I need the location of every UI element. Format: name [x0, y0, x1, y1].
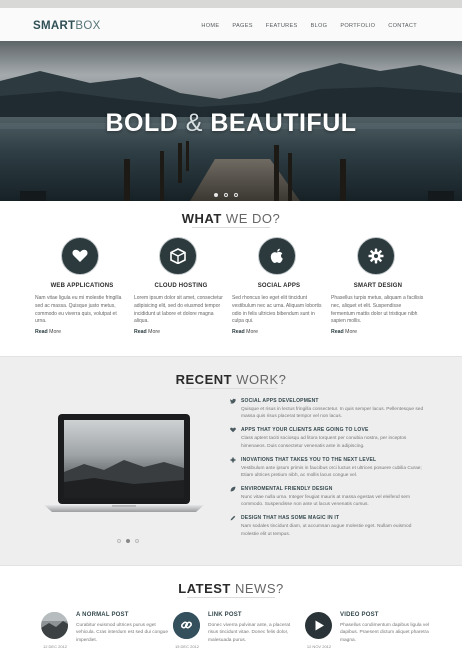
- divider: [185, 388, 277, 389]
- services-heading: WHAT WE DO?: [0, 211, 462, 226]
- twitter-icon: [230, 398, 236, 404]
- page-background: SMARTBOX HOME PAGES FEATURES BLOG PORTFO…: [0, 0, 462, 661]
- news-heading: LATEST NEWS?: [0, 581, 462, 596]
- service-text: Nam vitae ligula eu mi molestie fringill…: [35, 295, 122, 325]
- work-item-title: INOVATIONS THAT TAKES YOU TO THE NEXT LE…: [241, 456, 377, 463]
- work-item-text: Vestibulum ante ipsum primis in faucibus…: [241, 465, 422, 479]
- nav-features[interactable]: FEATURES: [266, 23, 298, 29]
- work-item-text: Class aptent taciti sociosqu ad litora t…: [241, 436, 407, 449]
- slider-dot[interactable]: [234, 193, 238, 197]
- recent-heading-light: WORK?: [236, 372, 287, 387]
- heart-icon: [61, 237, 99, 275]
- nav-contact[interactable]: CONTACT: [388, 23, 417, 29]
- slider-dot[interactable]: [126, 539, 130, 543]
- read-more-text: More: [49, 329, 61, 335]
- news-heading-light: NEWS?: [234, 581, 284, 596]
- service-text: Phasellus turpis metus, aliquam a facili…: [331, 295, 424, 325]
- leaf-icon: [230, 486, 236, 492]
- slider-dot[interactable]: [214, 193, 218, 197]
- service-text: Sed rhoncus leo eget elit tincidunt vest…: [232, 295, 322, 325]
- read-more-bold: Read: [35, 329, 48, 335]
- read-more-link[interactable]: Read More: [134, 329, 160, 335]
- post-title[interactable]: LINK POST: [208, 612, 242, 618]
- play-icon[interactable]: [305, 612, 332, 639]
- site-page: SMARTBOX HOME PAGES FEATURES BLOG PORTFO…: [0, 8, 462, 661]
- read-more-bold: Read: [232, 329, 245, 335]
- services-heading-bold: WHAT: [181, 211, 222, 226]
- recent-work-heading: RECENT WORK?: [0, 372, 462, 387]
- hero-title-right: BEAUTIFUL: [210, 109, 357, 137]
- hero-slider: BOLD & BEAUTIFUL: [0, 41, 462, 201]
- work-item-text: Quisque et risus in lectus fringilla con…: [241, 407, 424, 420]
- pencil-icon: [230, 515, 236, 521]
- nav-portfolio[interactable]: PORTFOLIO: [340, 23, 375, 29]
- post-date: 15 DEC 2012: [174, 644, 199, 649]
- service-title: SMART DESIGN: [353, 283, 403, 289]
- service-title: SOCIAL APPS: [257, 283, 301, 289]
- site-header: SMARTBOX HOME PAGES FEATURES BLOG PORTFO…: [0, 8, 462, 44]
- read-more-link[interactable]: Read More: [232, 329, 258, 335]
- read-more-link[interactable]: Read More: [35, 329, 61, 335]
- service-title: CLOUD HOSTING: [154, 283, 208, 289]
- apple-icon: [258, 237, 296, 275]
- work-item-title: ENVIROMENTAL FRIENDLY DESIGN: [241, 485, 333, 492]
- post-excerpt: Donec viverra pulvinar ante, a placerat …: [208, 623, 291, 643]
- list-item[interactable]: INOVATIONS THAT TAKES YOU TO THE NEXT LE…: [230, 457, 430, 480]
- post-date: 12 DEC 2012: [42, 644, 67, 649]
- work-slider-dots: [117, 539, 139, 543]
- read-more-bold: Read: [134, 329, 147, 335]
- post-excerpt: Phasellus condimentum dapibus ligula vel…: [340, 623, 430, 643]
- gear-icon: [357, 237, 395, 275]
- logo[interactable]: SMARTBOX: [33, 20, 101, 32]
- list-item[interactable]: SOCIAL APPS DEVELOPMENT Quisque et risus…: [230, 398, 430, 421]
- hero-title: BOLD & BEAUTIFUL: [0, 109, 462, 138]
- main-nav: HOME PAGES FEATURES BLOG PORTFOLIO CONTA…: [201, 23, 417, 29]
- news-heading-bold: LATEST: [178, 581, 231, 596]
- nav-blog[interactable]: BLOG: [311, 23, 328, 29]
- read-more-text: More: [246, 329, 258, 335]
- slider-dot[interactable]: [135, 539, 139, 543]
- nav-home[interactable]: HOME: [201, 23, 219, 29]
- gear-icon: [230, 456, 236, 463]
- logo-bold: SMART: [33, 20, 76, 32]
- slider-dot[interactable]: [117, 539, 121, 543]
- recent-heading-bold: RECENT: [175, 372, 233, 387]
- heart-icon: [230, 427, 236, 433]
- laptop-mockup[interactable]: [44, 412, 204, 527]
- recent-work-list: SOCIAL APPS DEVELOPMENT Quisque et risus…: [230, 398, 430, 545]
- read-more-bold: Read: [331, 329, 344, 335]
- work-item-text: Nunc vitae nulla urna. Integer feugiat m…: [241, 494, 411, 508]
- service-text: Lorem ipsum dolor sit amet, consectetur …: [134, 295, 223, 325]
- post-thumbnail[interactable]: [41, 612, 68, 639]
- nav-pages[interactable]: PAGES: [232, 23, 252, 29]
- service-title: WEB APPLICATIONS: [50, 283, 114, 289]
- post-title[interactable]: VIDEO POST: [340, 612, 379, 618]
- box-icon: [159, 237, 197, 275]
- read-more-link[interactable]: Read More: [331, 329, 357, 335]
- hero-title-amp: &: [185, 109, 203, 137]
- read-more-text: More: [345, 329, 357, 335]
- post-excerpt: Curabitur euismod ultrices purus eget ve…: [76, 623, 168, 643]
- post-date: 12 NOV 2012: [306, 644, 332, 649]
- logo-light: BOX: [75, 20, 101, 32]
- work-item-title: DESIGN THAT HAS SOME MAGIC IN IT: [241, 515, 340, 522]
- post-title[interactable]: A NORMAL POST: [76, 612, 129, 618]
- divider: [187, 597, 275, 598]
- read-more-text: More: [148, 329, 160, 335]
- list-item[interactable]: APPS THAT YOUR CLIENTS ARE GOING TO LOVE…: [230, 427, 430, 450]
- services-heading-light: WE DO?: [225, 211, 281, 226]
- divider: [192, 227, 270, 228]
- link-icon[interactable]: [173, 612, 200, 639]
- work-item-title: SOCIAL APPS DEVELOPMENT: [241, 398, 319, 404]
- hero-title-left: BOLD: [105, 109, 179, 137]
- work-item-title: APPS THAT YOUR CLIENTS ARE GOING TO LOVE: [241, 427, 369, 434]
- list-item[interactable]: ENVIROMENTAL FRIENDLY DESIGN Nunc vitae …: [230, 486, 430, 509]
- list-item[interactable]: DESIGN THAT HAS SOME MAGIC IN IT Nam sod…: [230, 515, 430, 538]
- slider-dot[interactable]: [224, 193, 228, 197]
- work-item-text: Nam sodales tincidunt diam, ut accumsan …: [241, 524, 412, 537]
- slider-dots: [214, 193, 238, 197]
